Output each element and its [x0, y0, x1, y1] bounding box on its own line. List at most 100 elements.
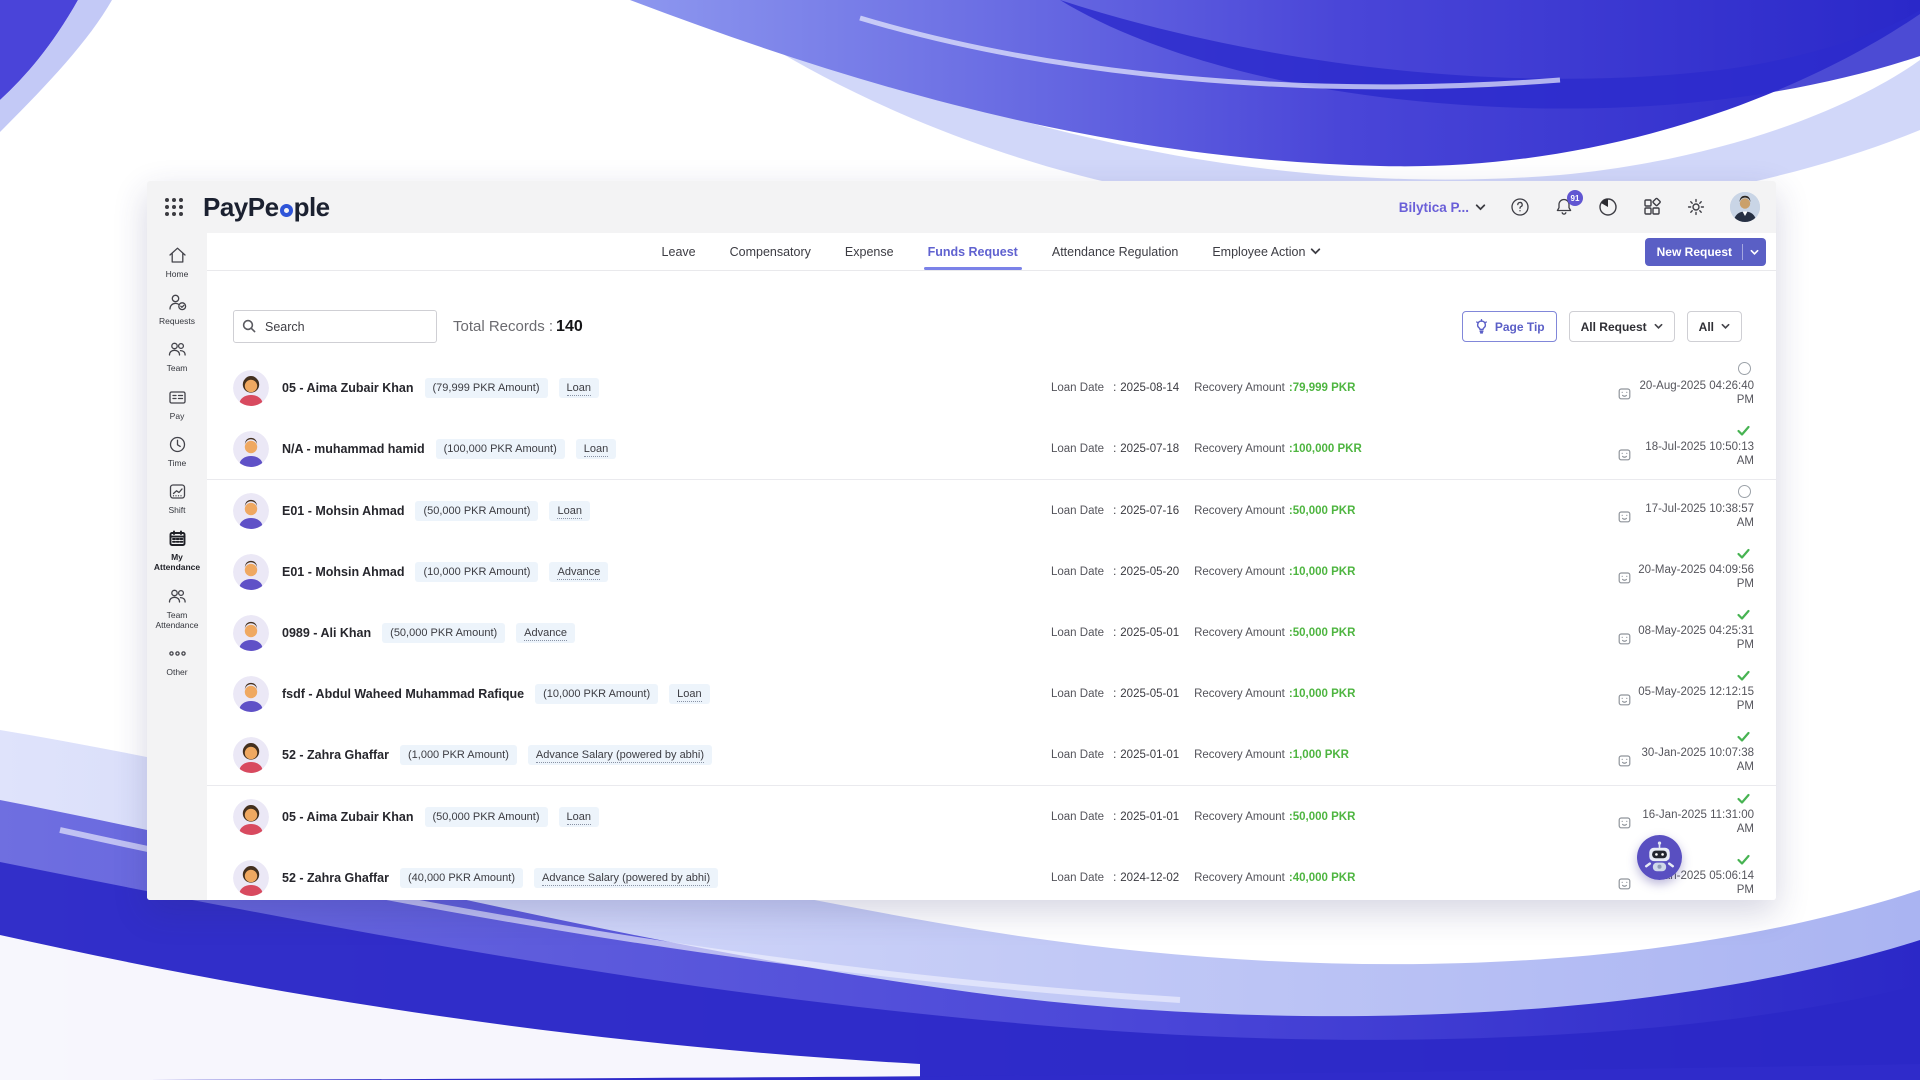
tab-expense[interactable]: Expense: [845, 233, 894, 270]
calendar-icon: [1618, 448, 1631, 461]
funds-request-row[interactable]: 05 - Aima Zubair Khan (79,999 PKR Amount…: [233, 357, 1756, 418]
page-tip-button[interactable]: Page Tip: [1461, 311, 1557, 342]
request-type-filter[interactable]: All Request: [1568, 311, 1675, 342]
request-timestamp: 30-Jan-2025 10:07:38 AM: [1641, 747, 1754, 774]
theme-contrast-button[interactable]: [1598, 197, 1618, 217]
request-type-chip[interactable]: Loan: [558, 806, 600, 827]
funds-request-row[interactable]: E01 - Mohsin Ahmad (10,000 PKR Amount) A…: [233, 541, 1756, 602]
request-type-chip[interactable]: Advance: [516, 622, 575, 643]
employee-avatar: [233, 798, 269, 835]
employee-avatar: [233, 553, 269, 590]
recovery-amount-value: 50,000 PKR: [1292, 810, 1356, 823]
sidebar-item-team[interactable]: Team: [148, 339, 206, 373]
loan-details: Loan Date : 2025-01-01 Recovery Amount :…: [1051, 810, 1356, 823]
employee-avatar: [233, 430, 269, 467]
employee-avatar: [233, 492, 269, 529]
loan-details: Loan Date : 2025-01-01 Recovery Amount :…: [1051, 748, 1349, 761]
request-type-chip[interactable]: Advance Salary (powered by abhi): [527, 744, 713, 765]
tab-leave[interactable]: Leave: [662, 233, 696, 270]
people-icon: [168, 589, 186, 603]
ellipsis-icon: [168, 651, 186, 656]
apps-grid-button[interactable]: [1642, 197, 1662, 217]
tenant-name: Bilytica P...: [1398, 199, 1469, 215]
tab-attendance-regulation[interactable]: Attendance Regulation: [1052, 233, 1178, 270]
tenant-switcher[interactable]: Bilytica P...: [1399, 200, 1486, 215]
funds-request-row[interactable]: 0989 - Ali Khan (50,000 PKR Amount) Adva…: [233, 602, 1756, 663]
request-timestamp: 08-May-2025 04:25:31 PM: [1638, 625, 1754, 652]
request-type-chip[interactable]: Loan: [575, 438, 617, 459]
app-launcher-waffle-icon[interactable]: [163, 196, 185, 218]
row-status-area: 20-Aug-2025 04:26:40 PM: [1602, 362, 1754, 408]
approved-check-icon: [1736, 791, 1751, 806]
sidebar-item-home[interactable]: Home: [148, 245, 206, 279]
loan-date-value: 2025-08-14: [1120, 381, 1180, 394]
loan-date-value: 2025-05-01: [1120, 626, 1180, 639]
request-type-chip[interactable]: Advance Salary (powered by abhi): [534, 867, 719, 888]
funds-request-row[interactable]: N/A - muhammad hamid (100,000 PKR Amount…: [233, 418, 1756, 479]
request-type-chip[interactable]: Loan: [558, 377, 600, 398]
sidebar-item-shift[interactable]: Shift: [148, 481, 206, 515]
funds-request-list: 05 - Aima Zubair Khan (79,999 PKR Amount…: [207, 357, 1776, 908]
scope-filter[interactable]: All: [1686, 311, 1742, 342]
loan-date-value: 2025-07-18: [1120, 442, 1180, 455]
chevron-down-icon: [1750, 249, 1759, 255]
tab-funds-request[interactable]: Funds Request: [923, 233, 1023, 270]
app-window: PayPe ple Bilytica P... 91 Home Requests…: [147, 181, 1776, 900]
loan-date-value: 2025-05-20: [1120, 565, 1180, 578]
amount-chip: (100,000 PKR Amount): [435, 438, 565, 459]
pending-status-icon: [1738, 485, 1751, 498]
paypeople-logo[interactable]: PayPe ple: [203, 192, 330, 223]
employee-avatar: [233, 736, 269, 773]
help-button[interactable]: [1510, 197, 1530, 217]
user-avatar[interactable]: [1730, 192, 1760, 222]
new-request-button[interactable]: New Request: [1644, 238, 1766, 266]
chatbot-launcher-button[interactable]: [1637, 835, 1682, 880]
request-type-chip[interactable]: Loan: [669, 683, 710, 704]
sidebar-item-time[interactable]: Time: [148, 434, 206, 468]
employee-name: 0989 - Ali Khan: [282, 625, 372, 640]
loan-details: Loan Date : 2025-07-18 Recovery Amount :…: [1051, 442, 1362, 455]
approved-check-icon: [1736, 423, 1751, 438]
funds-request-row[interactable]: E01 - Mohsin Ahmad (50,000 PKR Amount) L…: [233, 480, 1756, 541]
tab-employee-action[interactable]: Employee Action: [1212, 233, 1321, 270]
loan-details: Loan Date : 2024-12-02 Recovery Amount :…: [1051, 871, 1356, 884]
loan-details: Loan Date : 2025-05-01 Recovery Amount :…: [1051, 626, 1356, 639]
request-timestamp: 18-Jul-2025 10:50:13 AM: [1645, 441, 1754, 468]
employee-name: 05 - Aima Zubair Khan: [282, 380, 414, 395]
tab-compensatory[interactable]: Compensatory: [730, 233, 811, 270]
employee-name: 52 - Zahra Ghaffar: [282, 870, 389, 885]
request-type-chip[interactable]: Advance: [549, 561, 609, 582]
chevron-down-icon: [1721, 323, 1730, 329]
settings-gear-button[interactable]: [1686, 197, 1706, 217]
funds-request-row[interactable]: 05 - Aima Zubair Khan (50,000 PKR Amount…: [233, 786, 1756, 847]
funds-request-row[interactable]: 52 - Zahra Ghaffar (40,000 PKR Amount) A…: [233, 847, 1756, 908]
list-toolbar: Total Records :140 Page Tip All Request …: [207, 271, 1776, 343]
approved-check-icon: [1736, 668, 1751, 683]
notifications-button[interactable]: 91: [1554, 190, 1583, 217]
loan-date-value: 2025-01-01: [1120, 810, 1180, 823]
request-type-chip[interactable]: Loan: [549, 500, 590, 521]
notification-count-badge: 91: [1567, 190, 1583, 206]
employee-name: 52 - Zahra Ghaffar: [282, 747, 389, 762]
calendar-icon: [1618, 632, 1631, 645]
pending-status-icon: [1738, 362, 1751, 375]
funds-request-row[interactable]: fsdf - Abdul Waheed Muhammad Rafique (10…: [233, 663, 1756, 724]
sidebar-item-my-attendance[interactable]: My Attendance: [148, 528, 206, 572]
sidebar-item-team-attendance[interactable]: Team Attendance: [148, 586, 206, 630]
approved-check-icon: [1736, 852, 1751, 867]
amount-chip: (50,000 PKR Amount): [382, 622, 506, 643]
calendar-icon: [1618, 816, 1631, 829]
search-input[interactable]: [233, 310, 437, 343]
request-tabs: Leave Compensatory Expense Funds Request…: [207, 233, 1776, 271]
employee-avatar: [233, 369, 269, 406]
funds-request-row[interactable]: 52 - Zahra Ghaffar (1,000 PKR Amount) Ad…: [233, 724, 1756, 785]
row-status-area: 30-Jan-2025 10:07:38 AM: [1602, 729, 1754, 775]
request-timestamp: 20-Aug-2025 04:26:40 PM: [1639, 380, 1754, 407]
sidebar-item-pay[interactable]: Pay: [148, 387, 206, 421]
sidebar-item-other[interactable]: Other: [148, 643, 206, 677]
calendar-icon: [1618, 387, 1631, 400]
sidebar-item-requests[interactable]: Requests: [148, 292, 206, 326]
recovery-amount-value: 40,000 PKR: [1292, 871, 1356, 884]
total-records: Total Records :140: [453, 317, 583, 335]
home-icon: [168, 247, 186, 263]
